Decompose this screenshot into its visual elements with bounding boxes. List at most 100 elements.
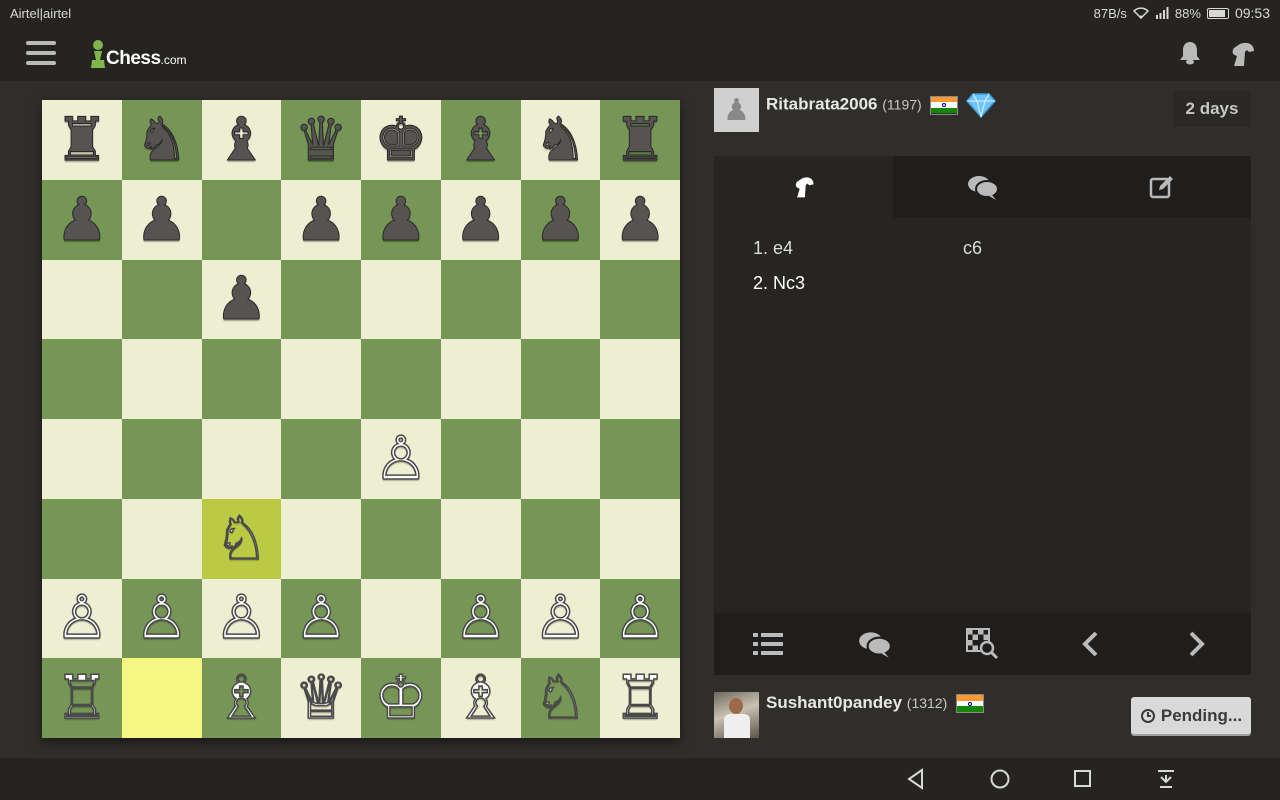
- player-avatar[interactable]: [714, 692, 759, 738]
- square-f2[interactable]: ♙: [440, 578, 521, 659]
- square-b8[interactable]: ♞: [121, 100, 202, 180]
- square-d3[interactable]: [281, 498, 361, 579]
- white-pawn-icon[interactable]: ♙: [533, 588, 588, 650]
- square-d5[interactable]: [281, 339, 361, 419]
- square-b2[interactable]: ♙: [121, 578, 202, 659]
- square-b5[interactable]: [121, 339, 202, 419]
- white-pawn-icon[interactable]: ♙: [373, 428, 428, 490]
- home-icon[interactable]: [989, 768, 1011, 790]
- black-pawn-icon[interactable]: ♟: [134, 189, 189, 250]
- square-d6[interactable]: [281, 259, 361, 340]
- black-pawn-icon[interactable]: ♟: [533, 189, 588, 250]
- white-pawn-icon[interactable]: ♙: [293, 588, 348, 650]
- back-icon[interactable]: [906, 768, 926, 790]
- white-rook-icon[interactable]: ♖: [612, 667, 667, 729]
- black-king-icon[interactable]: ♚: [373, 109, 428, 170]
- black-rook-icon[interactable]: ♜: [613, 109, 668, 170]
- square-h5[interactable]: [600, 339, 680, 419]
- white-queen-icon[interactable]: ♕: [293, 667, 348, 729]
- square-h8[interactable]: ♜: [600, 100, 680, 180]
- square-g3[interactable]: [520, 498, 601, 579]
- white-bishop-icon[interactable]: ♗: [453, 667, 508, 729]
- black-bishop-icon[interactable]: ♝: [453, 109, 508, 170]
- square-g6[interactable]: [520, 259, 601, 340]
- pending-button[interactable]: Pending...: [1131, 697, 1251, 734]
- square-g4[interactable]: [520, 419, 601, 499]
- square-g7[interactable]: ♟: [520, 179, 601, 260]
- black-pawn-icon[interactable]: ♟: [294, 189, 349, 250]
- square-g5[interactable]: [520, 339, 601, 419]
- square-h6[interactable]: [600, 259, 680, 340]
- square-a5[interactable]: [42, 339, 122, 419]
- square-e3[interactable]: [361, 498, 441, 579]
- analysis-button[interactable]: [929, 613, 1036, 675]
- square-a3[interactable]: [42, 498, 122, 579]
- white-move[interactable]: 1. e4: [753, 238, 1002, 273]
- white-rook-icon[interactable]: ♖: [54, 667, 109, 729]
- square-e4[interactable]: ♙: [361, 419, 441, 499]
- opponent-avatar[interactable]: ♟: [714, 88, 759, 132]
- square-c8[interactable]: ♝: [201, 100, 282, 180]
- notification-shade-icon[interactable]: [1156, 768, 1176, 790]
- square-f1[interactable]: ♗: [440, 658, 521, 738]
- square-d7[interactable]: ♟: [281, 179, 361, 260]
- square-c2[interactable]: ♙: [201, 578, 282, 659]
- black-bishop-icon[interactable]: ♝: [214, 109, 269, 170]
- white-knight-icon[interactable]: ♘: [214, 508, 269, 570]
- white-pawn-icon[interactable]: ♙: [214, 588, 269, 650]
- square-c4[interactable]: [201, 419, 282, 499]
- tab-moves[interactable]: [714, 156, 893, 218]
- square-g1[interactable]: ♘: [520, 658, 601, 738]
- square-f8[interactable]: ♝: [440, 100, 521, 180]
- square-g2[interactable]: ♙: [520, 578, 601, 659]
- black-pawn-icon[interactable]: ♟: [54, 189, 109, 250]
- opponent-name-row[interactable]: Ritabrata2006 (1197): [766, 91, 997, 119]
- square-c6[interactable]: ♟: [201, 259, 282, 340]
- white-pawn-icon[interactable]: ♙: [612, 588, 667, 650]
- square-a4[interactable]: [42, 419, 122, 499]
- player-name-row[interactable]: Sushant0pandey (1312): [766, 693, 984, 714]
- square-d8[interactable]: ♛: [281, 100, 361, 180]
- square-f6[interactable]: [440, 259, 521, 340]
- chat-button[interactable]: [821, 613, 928, 675]
- play-knight-icon[interactable]: [1228, 39, 1258, 74]
- square-f7[interactable]: ♟: [440, 179, 521, 260]
- white-pawn-icon[interactable]: ♙: [134, 588, 189, 650]
- square-a1[interactable]: ♖: [42, 658, 122, 738]
- square-b4[interactable]: [121, 419, 202, 499]
- square-d2[interactable]: ♙: [281, 578, 361, 659]
- chess-logo[interactable]: Chess .com: [90, 38, 187, 70]
- square-b1[interactable]: [121, 658, 202, 738]
- tab-notes[interactable]: [1072, 156, 1251, 218]
- square-e6[interactable]: [361, 259, 441, 340]
- white-knight-icon[interactable]: ♘: [533, 667, 588, 729]
- square-e1[interactable]: ♔: [361, 658, 441, 738]
- square-f3[interactable]: [440, 498, 521, 579]
- square-e7[interactable]: ♟: [361, 179, 441, 260]
- notifications-bell-icon[interactable]: [1176, 39, 1204, 72]
- square-e2[interactable]: [361, 578, 441, 659]
- black-pawn-icon[interactable]: ♟: [613, 189, 668, 250]
- square-a2[interactable]: ♙: [42, 578, 122, 659]
- white-bishop-icon[interactable]: ♗: [214, 667, 269, 729]
- black-pawn-icon[interactable]: ♟: [453, 189, 508, 250]
- square-h3[interactable]: [600, 498, 680, 579]
- square-b3[interactable]: [121, 498, 202, 579]
- black-knight-icon[interactable]: ♞: [533, 109, 588, 170]
- black-pawn-icon[interactable]: ♟: [214, 269, 269, 330]
- square-a8[interactable]: ♜: [42, 100, 122, 180]
- square-a6[interactable]: [42, 259, 122, 340]
- square-b7[interactable]: ♟: [121, 179, 202, 260]
- black-queen-icon[interactable]: ♛: [294, 109, 349, 170]
- square-h2[interactable]: ♙: [600, 578, 680, 659]
- square-a7[interactable]: ♟: [42, 179, 122, 260]
- square-c3[interactable]: ♘: [201, 498, 282, 579]
- white-king-icon[interactable]: ♔: [373, 667, 428, 729]
- square-c5[interactable]: [201, 339, 282, 419]
- square-d4[interactable]: [281, 419, 361, 499]
- white-move[interactable]: 2. Nc3: [753, 273, 1002, 308]
- square-e5[interactable]: [361, 339, 441, 419]
- white-pawn-icon[interactable]: ♙: [54, 588, 109, 650]
- black-rook-icon[interactable]: ♜: [54, 109, 109, 170]
- white-pawn-icon[interactable]: ♙: [453, 588, 508, 650]
